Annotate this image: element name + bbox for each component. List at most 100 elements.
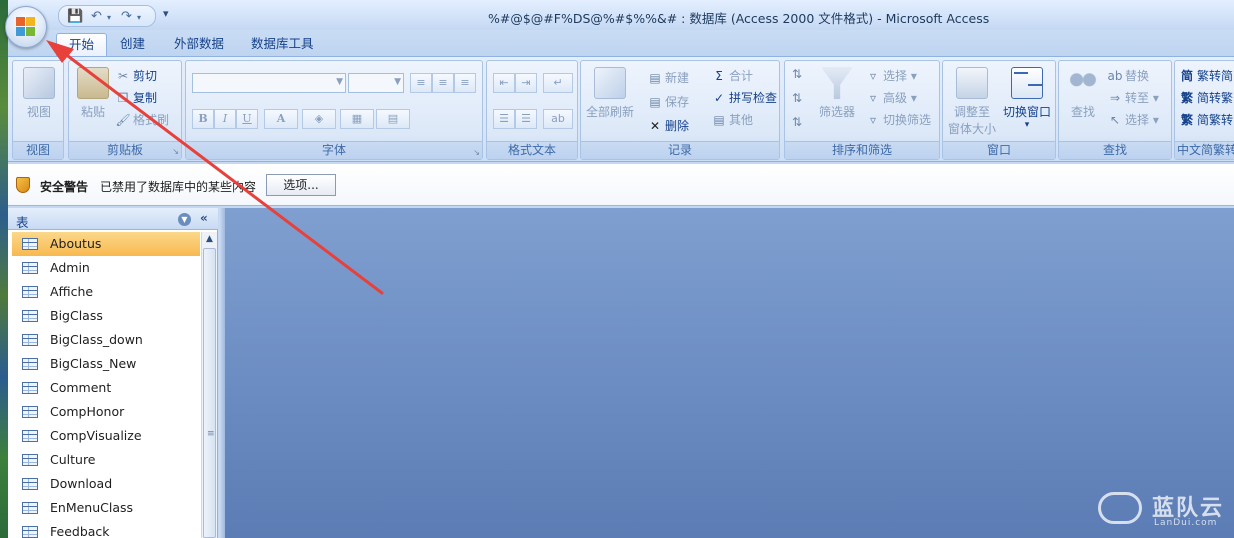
save-record-button[interactable]: ▤ 保存 [647,93,689,110]
copy-label: 复制 [133,91,158,105]
toggle-filter-button[interactable]: ▿ 切换筛选 [865,111,931,128]
copy-button[interactable]: ❐ 复制 [115,89,157,106]
decrease-indent-button[interactable]: ⇤ [493,73,515,93]
table-row[interactable]: CompVisualize [12,424,200,448]
alt-fill-button[interactable]: ▤ [376,109,410,129]
switch-windows-button[interactable]: 切换窗口 ▾ [999,67,1055,130]
spelling-button[interactable]: ✓ 拼写检查 [711,89,777,106]
clipboard-launcher-icon[interactable]: ↘ [172,147,179,156]
font-launcher-icon[interactable]: ↘ [473,148,480,157]
font-color-button[interactable]: A [264,109,298,129]
increase-indent-button[interactable]: ⇥ [515,73,537,93]
format-painter-label: 格式刷 [133,113,170,127]
save-record-icon: ▤ [649,95,661,109]
convert-button[interactable]: 繁简繁转 [1179,111,1233,128]
align-center-button[interactable]: ≡ [432,73,454,93]
replace-button[interactable]: ab 替换 [1107,67,1150,84]
filter-button[interactable]: 筛选器 [813,67,861,120]
undo-dropdown-icon[interactable]: ▾ [107,13,111,22]
table-icon [22,238,38,250]
cursor-icon: ↖ [1109,113,1121,127]
chevron-down-icon[interactable]: ▼ [178,213,191,226]
nav-pane-title: 表 [16,215,29,230]
collapse-pane-icon[interactable]: « [200,211,208,225]
select-button[interactable]: ↖ 选择 ▾ [1107,111,1159,128]
tab-database-tools[interactable]: 数据库工具 [239,33,326,56]
redo-dropdown-icon[interactable]: ▾ [137,13,141,22]
new-record-button[interactable]: ▤ 新建 [647,69,689,86]
numbering-button[interactable]: ☰ [515,109,537,129]
title-bar: 💾 ↶ ▾ ↷ ▾ ▾ %#@$@#F%DS@%#$%%&# : 数据库 (Ac… [8,0,1234,30]
funnel-icon [821,67,853,99]
tab-create[interactable]: 创建 [108,33,157,56]
sort-descending-button[interactable]: ⇅ [789,91,807,105]
table-name: EnMenuClass [50,500,134,515]
highlight-icon: ab [551,112,565,125]
options-button[interactable]: 选项... [266,174,336,196]
table-row[interactable]: Affiche [12,280,200,304]
font-size-combo[interactable]: ▼ [348,73,404,93]
table-row[interactable]: Comment [12,376,200,400]
cut-button[interactable]: ✂ 剪切 [115,67,157,84]
totals-button[interactable]: Σ 合计 [711,67,753,84]
spell-check-icon: ✓ [713,91,725,105]
table-row[interactable]: Culture [12,448,200,472]
delete-record-button[interactable]: ✕ 删除 [647,117,689,134]
bullet-list-icon: ☰ [499,112,509,125]
view-button[interactable]: 视图 [19,67,59,120]
sort-ascending-button[interactable]: ⇅ [789,67,807,81]
table-row[interactable]: BigClass_down [12,328,200,352]
font-name-combo[interactable]: ▼ [192,73,346,93]
underline-button[interactable]: U [236,109,258,129]
table-name: Admin [50,260,90,275]
gridlines-button[interactable]: ▦ [340,109,374,129]
customize-qat-button[interactable]: ▾ [163,7,169,20]
to-traditional-button[interactable]: 繁简转繁 [1179,89,1233,106]
sort-ascending-icon: ⇅ [791,67,803,81]
selection-filter-button[interactable]: ▿ 选择 ▾ [865,67,917,84]
ribbon-group-find: 查找 ab 替换 ⇒ 转至 ▾ ↖ 选择 ▾ 查找 [1058,60,1172,160]
goto-button[interactable]: ⇒ 转至 ▾ [1107,89,1159,106]
size-to-fit-button[interactable]: 调整至 窗体大小 [945,67,999,137]
table-row[interactable]: BigClass [12,304,200,328]
nav-pane-header[interactable]: 表 ▼ « [8,208,218,230]
table-name: Feedback [50,524,110,538]
table-row[interactable]: BigClass_New [12,352,200,376]
advanced-filter-button[interactable]: ▿ 高级 ▾ [865,89,917,106]
indent-icon: ⇥ [521,76,531,89]
tab-home[interactable]: 开始 [56,33,108,56]
bullets-button[interactable]: ☰ [493,109,515,129]
table-name: Aboutus [50,236,102,251]
paste-label: 粘贴 [80,105,105,119]
table-row[interactable]: Admin [12,256,200,280]
nav-scrollbar[interactable]: ▲ ≡ [201,232,217,538]
scroll-up-icon[interactable]: ▲ [202,234,217,244]
fill-color-button[interactable]: ◈ [302,109,336,129]
switch-windows-icon [1011,67,1043,99]
find-button[interactable]: 查找 [1061,67,1105,120]
redo-icon[interactable]: ↷ [121,9,132,24]
highlight-button[interactable]: ab [543,109,573,129]
table-row[interactable]: CompHonor [12,400,200,424]
undo-icon[interactable]: ↶ [91,9,102,24]
refresh-all-button[interactable]: 全部刷新 [583,67,637,120]
format-painter-button[interactable]: 🖌 格式刷 [115,111,169,128]
table-row[interactable]: Feedback [12,520,200,538]
paste-button[interactable]: 粘贴 [73,67,113,120]
to-simplified-button[interactable]: 简繁转简 [1179,67,1233,84]
rtl-button[interactable]: ↵ [543,73,573,93]
align-left-button[interactable]: ≡ [410,73,432,93]
bold-button[interactable]: B [192,109,214,129]
scroll-thumb[interactable]: ≡ [203,248,216,538]
save-icon[interactable]: 💾 [67,9,83,24]
align-right-button[interactable]: ≡ [454,73,476,93]
office-button[interactable] [5,6,47,48]
table-row[interactable]: Aboutus [12,232,200,256]
tab-external-data[interactable]: 外部数据 [162,33,236,56]
italic-button[interactable]: I [214,109,236,129]
security-warning-title: 安全警告 [40,180,89,194]
more-records-button[interactable]: ▤ 其他 [711,111,753,128]
clear-sort-button[interactable]: ⇅ [789,115,807,129]
table-row[interactable]: Download [12,472,200,496]
table-row[interactable]: EnMenuClass [12,496,200,520]
